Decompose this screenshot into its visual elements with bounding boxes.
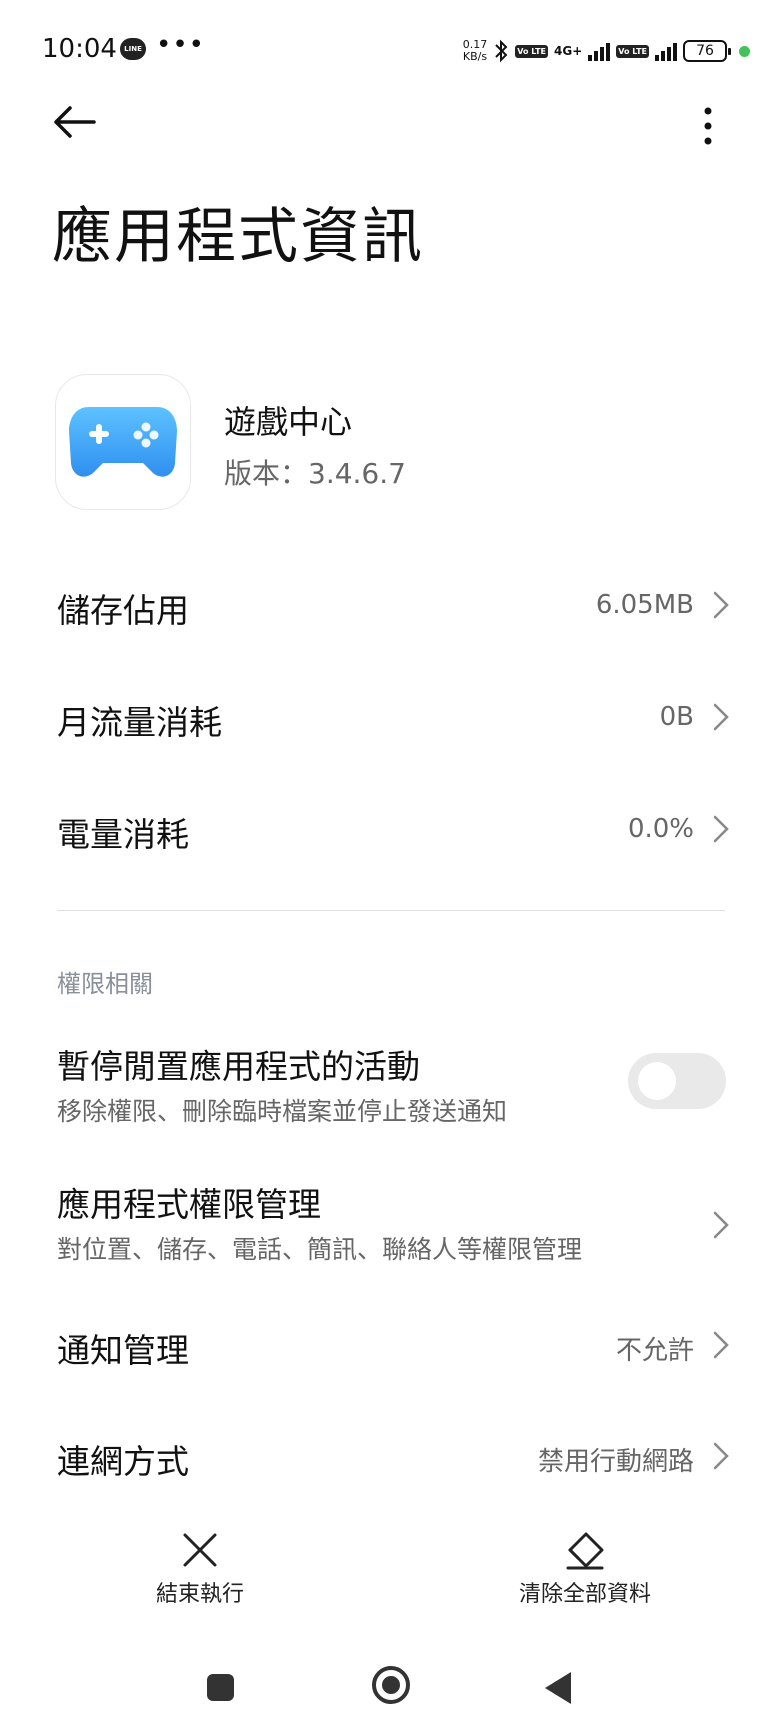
chevron-right-icon (713, 1331, 729, 1359)
more-vertical-icon (704, 107, 712, 145)
pause-activity-label: 暫停閒置應用程式的活動 (57, 1047, 420, 1086)
permission-management-row[interactable]: 應用程式權限管理 對位置、儲存、電話、簡訊、聯絡人等權限管理 (0, 1170, 780, 1280)
status-time: 10:04 (42, 34, 117, 64)
recent-apps-button[interactable] (207, 1674, 234, 1701)
storage-usage-row[interactable]: 儲存佔用 6.05MB (0, 570, 780, 640)
app-version: 版本：3.4.6.7 (224, 457, 406, 490)
app-name: 遊戲中心 (224, 403, 353, 441)
page-title: 應用程式資訊 (52, 202, 424, 272)
pause-activity-toggle[interactable] (628, 1053, 726, 1109)
chevron-right-icon (713, 1442, 729, 1470)
data-usage-label: 月流量消耗 (57, 703, 222, 742)
chevron-right-icon (713, 703, 729, 731)
clear-data-button[interactable]: 清除全部資料 (510, 1530, 660, 1608)
pause-activity-description: 移除權限、刪除臨時檔案並停止發送通知 (57, 1097, 508, 1126)
privacy-indicator-dot (739, 45, 750, 57)
line-app-icon: LINE (120, 38, 146, 60)
storage-usage-label: 儲存佔用 (57, 591, 189, 630)
storage-usage-value: 6.05MB (595, 590, 694, 620)
system-navigation-bar (0, 1660, 780, 1720)
more-options-button[interactable] (688, 104, 728, 148)
battery-usage-label: 電量消耗 (57, 815, 189, 854)
data-usage-row[interactable]: 月流量消耗 0B (0, 682, 780, 752)
status-bar: 10:04 LINE ••• 0.17 KB/s Vo LTE 4G+ Vo L… (0, 0, 780, 100)
close-icon (183, 1533, 217, 1567)
eraser-icon (566, 1532, 604, 1570)
battery-icon: 76 (683, 40, 731, 62)
signal-icon (588, 41, 611, 61)
network-mode-row[interactable]: 連網方式 禁用行動網路 (0, 1421, 780, 1491)
permissions-section-title: 權限相關 (57, 970, 153, 998)
toggle-knob (638, 1062, 676, 1100)
back-arrow-icon (54, 106, 96, 138)
clear-data-label: 清除全部資料 (518, 1582, 651, 1607)
force-stop-label: 結束執行 (155, 1582, 244, 1607)
chevron-right-icon (713, 1211, 729, 1239)
permission-management-label: 應用程式權限管理 (57, 1185, 321, 1224)
network-speed: 0.17 KB/s (463, 39, 488, 63)
bluetooth-icon (495, 39, 508, 63)
chevron-right-icon (713, 591, 729, 619)
home-button[interactable] (372, 1666, 410, 1704)
network-type: 4G+ (554, 44, 583, 58)
gamepad-icon (69, 407, 177, 477)
notification-management-value: 不允許 (615, 1336, 694, 1366)
notification-management-row[interactable]: 通知管理 不允許 (0, 1310, 780, 1380)
network-speed-unit: KB/s (462, 50, 488, 63)
section-divider (57, 910, 725, 911)
volte-icon-2: Vo LTE (616, 44, 649, 58)
notification-management-label: 通知管理 (57, 1331, 189, 1370)
system-back-button[interactable] (545, 1672, 571, 1704)
chevron-right-icon (713, 815, 729, 843)
network-mode-value: 禁用行動網路 (537, 1447, 694, 1477)
back-button[interactable] (50, 100, 100, 144)
app-icon (55, 374, 191, 510)
volte-icon: Vo LTE (515, 44, 548, 58)
signal-icon-2 (655, 41, 677, 61)
more-notifications-icon: ••• (156, 30, 206, 60)
data-usage-value: 0B (659, 702, 694, 732)
force-stop-button[interactable]: 結束執行 (140, 1530, 260, 1608)
network-mode-label: 連網方式 (57, 1442, 189, 1481)
battery-usage-value: 0.0% (627, 814, 694, 844)
status-icons: 0.17 KB/s Vo LTE 4G+ Vo LTE 76 (463, 34, 750, 68)
permission-management-description: 對位置、儲存、電話、簡訊、聯絡人等權限管理 (57, 1235, 583, 1264)
battery-usage-row[interactable]: 電量消耗 0.0% (0, 794, 780, 864)
